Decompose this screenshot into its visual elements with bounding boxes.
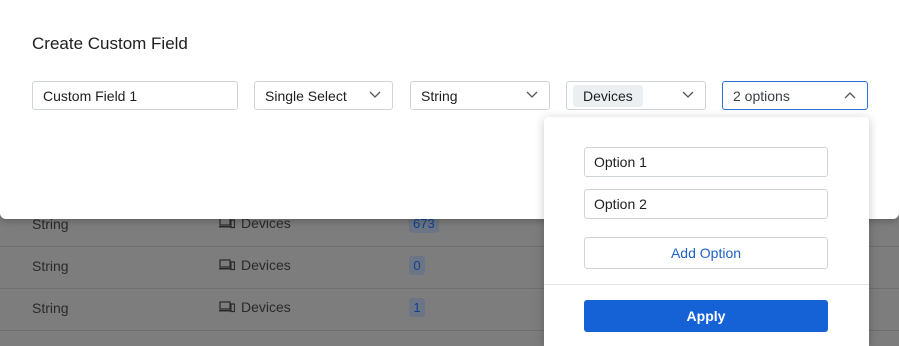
row-applies-to: Devices [219,257,291,273]
chevron-down-icon [682,91,694,98]
field-name-input[interactable]: Custom Field 1 [32,81,238,110]
device-icon [219,259,235,271]
row-applies-label: Devices [241,299,291,315]
option-value: Option 1 [594,154,647,170]
data-type-value: String [421,87,458,104]
option-value: Option 2 [594,196,647,212]
field-name-value: Custom Field 1 [43,87,138,104]
apply-button[interactable]: Apply [584,300,828,332]
chevron-up-icon [844,92,856,99]
divider [544,284,869,285]
field-kind-select[interactable]: Single Select [254,81,393,110]
row-applies-label: Devices [241,257,291,273]
applies-to-chip: Devices [573,84,643,107]
chevron-down-icon [369,91,381,98]
option-input[interactable]: Option 2 [584,189,828,219]
row-type: String [32,300,69,316]
device-icon [219,301,235,313]
field-kind-value: Single Select [265,87,347,104]
data-type-select[interactable]: String [410,81,550,110]
row-type: String [32,258,69,274]
option-input[interactable]: Option 1 [584,147,828,177]
chevron-down-icon [526,91,538,98]
options-panel: Option 1 Option 2 Add Option Apply [544,117,869,346]
options-select[interactable]: 2 options [722,81,868,110]
row-count-badge: 0 [409,256,425,275]
add-option-button[interactable]: Add Option [584,237,828,269]
applies-to-select[interactable]: Devices [566,81,706,110]
row-count-badge: 1 [409,298,425,317]
row-applies-to: Devices [219,299,291,315]
options-summary: 2 options [733,87,790,104]
modal-title: Create Custom Field [32,34,188,53]
